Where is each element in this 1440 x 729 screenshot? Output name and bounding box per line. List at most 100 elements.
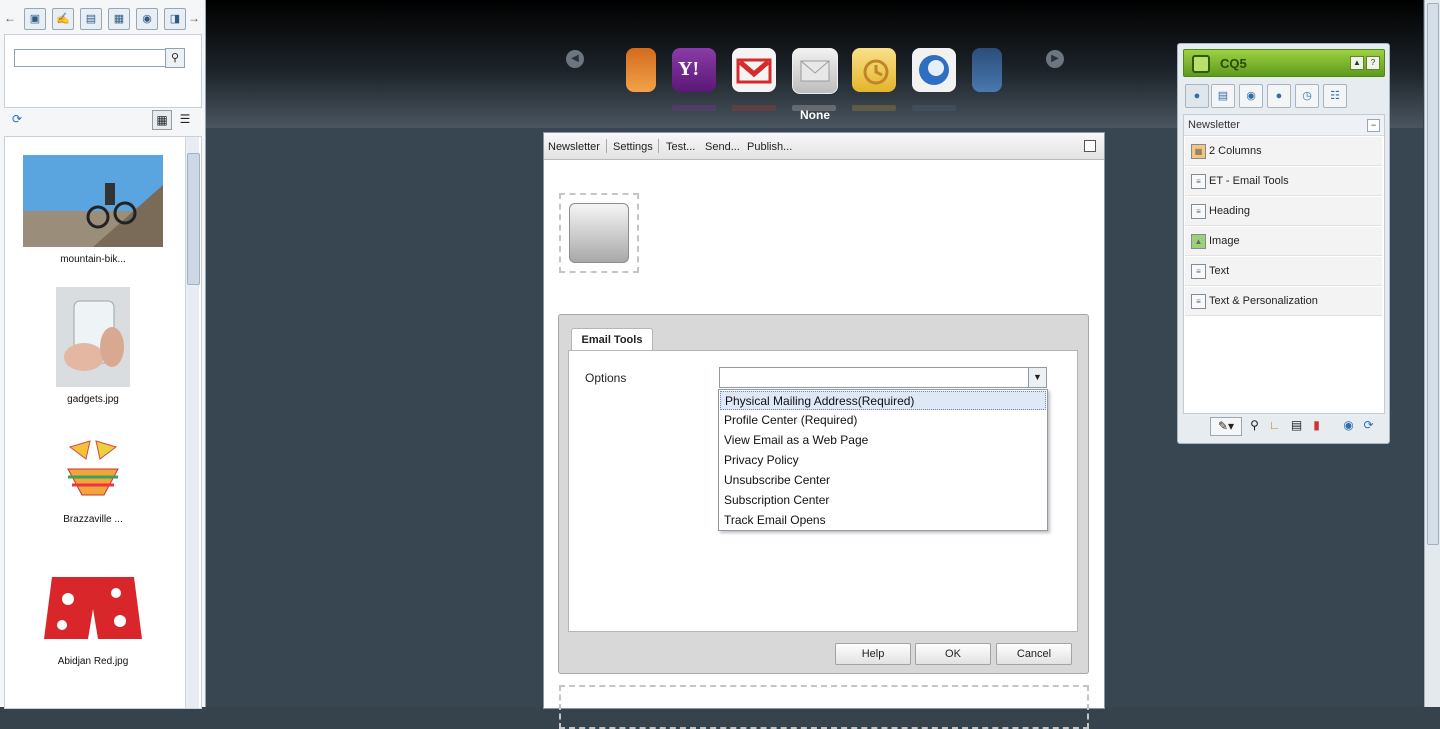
settings-button[interactable]: Settings <box>613 141 653 153</box>
abidjan-red-thumbnail <box>38 569 148 649</box>
window-scrollbar[interactable] <box>1424 0 1440 707</box>
minus-icon[interactable]: − <box>1367 119 1380 132</box>
component-label: Text & Personalization <box>1209 295 1318 307</box>
page-tab-icon[interactable]: ▤ <box>1211 84 1235 108</box>
dropdown-option[interactable]: View Email as a Web Page <box>720 431 1046 450</box>
dropdown-option[interactable]: Privacy Policy <box>720 451 1046 470</box>
component-item[interactable]: ≡ Heading <box>1185 197 1382 226</box>
image-drop-zone[interactable] <box>559 193 639 273</box>
versioning-tab-icon[interactable]: ◷ <box>1295 84 1319 108</box>
asset-item[interactable]: Brazzaville ... <box>5 429 181 525</box>
test-button[interactable]: Test... <box>666 141 695 153</box>
image-placeholder-icon <box>569 203 629 263</box>
yahoo-mail-icon[interactable]: Y! <box>672 48 716 92</box>
window-scroll-thumb[interactable] <box>1427 3 1439 545</box>
edit-mode-icon[interactable]: ✎▾ <box>1210 417 1242 436</box>
carousel-prev-icon[interactable]: ◀ <box>566 50 584 68</box>
ok-button[interactable]: OK <box>915 643 991 665</box>
document-icon: ≡ <box>1191 204 1206 219</box>
refresh-icon[interactable]: ⟳ <box>8 110 26 128</box>
paragraph-drop-zone[interactable] <box>559 685 1089 729</box>
send-button[interactable]: Send... <box>705 141 740 153</box>
generic-email-icon[interactable] <box>792 48 838 94</box>
options-select[interactable]: ▼ <box>719 367 1047 388</box>
design-mode-icon[interactable]: ∟ <box>1266 417 1283 434</box>
partial-client-icon[interactable] <box>626 48 656 92</box>
dropdown-option[interactable]: Physical Mailing Address(Required) <box>720 391 1046 410</box>
document-icon: ≡ <box>1191 294 1206 309</box>
pages-tab-icon[interactable]: ▤ <box>80 8 102 30</box>
content-finder: ← ▣ ✍ ▤ ▦ ◉ ◨ → ⚲ ⟳ ▦ ☰ mountain-bik... <box>0 0 206 709</box>
finder-search-input[interactable] <box>14 49 168 67</box>
sidekick-tabs: ● ▤ ◉ ● ◷ ☷ <box>1183 84 1383 110</box>
dropdown-option[interactable]: Track Email Opens <box>720 511 1046 530</box>
tab-scroll-right-icon[interactable]: → <box>188 8 200 28</box>
chevron-down-icon[interactable]: ▼ <box>1028 368 1046 387</box>
help-icon[interactable]: ? <box>1366 56 1380 70</box>
component-item[interactable]: ≡ Text <box>1185 257 1382 286</box>
finder-asset-list: mountain-bik... gadgets.jpg Brazzaville … <box>4 136 202 709</box>
preview-icon[interactable]: ⚲ <box>1246 417 1263 434</box>
component-item[interactable]: ▦ 2 Columns <box>1185 137 1382 166</box>
asset-item[interactable]: Abidjan Red.jpg <box>5 569 181 667</box>
component-label: Heading <box>1209 205 1250 217</box>
products-tab-icon[interactable]: ◉ <box>136 8 158 30</box>
dropdown-option[interactable]: Profile Center (Required) <box>720 411 1046 430</box>
cancel-button[interactable]: Cancel <box>996 643 1072 665</box>
clientcontext-icon[interactable]: ▮ <box>1308 417 1325 434</box>
websites-icon[interactable]: ◉ <box>1340 417 1357 434</box>
component-item[interactable]: ▲ Image <box>1185 227 1382 256</box>
outlook-icon[interactable] <box>852 48 896 92</box>
page-toolbar: Newsletter Settings Test... Send... Publ… <box>544 133 1104 160</box>
sidekick-header[interactable]: CQ5 ▲ ? <box>1183 49 1385 77</box>
brazzaville-thumbnail <box>56 429 130 507</box>
refresh-page-icon[interactable]: ⟳ <box>1360 417 1377 434</box>
asset-name: Abidjan Red.jpg <box>57 656 129 667</box>
partial-client-icon-right[interactable] <box>972 48 1002 92</box>
sidekick-panel: CQ5 ▲ ? ● ▤ ◉ ● ◷ ☷ Newsletter − ▦ 2 Col… <box>1177 43 1390 444</box>
collapse-icon[interactable]: ▲ <box>1350 56 1364 70</box>
workflow-tab-icon[interactable]: ◉ <box>1239 84 1263 108</box>
sidekick-toolbar: ✎▾ ⚲ ∟ ▤ ▮ ◉ ⟳ <box>1208 416 1378 438</box>
help-button[interactable]: Help <box>835 643 911 665</box>
information-tab-icon[interactable]: ● <box>1267 84 1291 108</box>
movies-tab-icon[interactable]: ▦ <box>108 8 130 30</box>
component-label: Text <box>1209 265 1230 277</box>
page-properties-icon[interactable]: ▤ <box>1288 417 1305 434</box>
finder-scroll-thumb[interactable] <box>187 153 200 285</box>
dropdown-option[interactable]: Subscription Center <box>720 491 1046 510</box>
publish-button[interactable]: Publish... <box>747 141 792 153</box>
finder-scrollbar[interactable] <box>185 137 200 708</box>
component-label: 2 Columns <box>1209 145 1262 157</box>
documents-tab-icon[interactable]: ✍ <box>52 8 74 30</box>
gmail-icon[interactable] <box>732 48 776 92</box>
maximize-icon[interactable] <box>1084 140 1096 152</box>
asset-name: gadgets.jpg <box>67 394 119 405</box>
thunderbird-icon[interactable] <box>912 48 956 92</box>
components-tab-icon[interactable]: ● <box>1185 84 1209 108</box>
search-icon[interactable]: ⚲ <box>165 48 185 68</box>
options-label: Options <box>585 371 627 385</box>
asset-item[interactable]: mountain-bik... <box>5 155 181 265</box>
dropdown-option[interactable]: Unsubscribe Center <box>720 471 1046 490</box>
tab-email-tools[interactable]: Email Tools <box>571 328 653 351</box>
component-item[interactable]: ≡ ET - Email Tools <box>1185 167 1382 196</box>
images-tab-icon[interactable]: ▣ <box>24 8 46 30</box>
sitemap-tab-icon[interactable]: ☷ <box>1323 84 1347 108</box>
components-panel: Newsletter − ▦ 2 Columns ≡ ET - Email To… <box>1183 114 1385 414</box>
document-icon: ≡ <box>1191 264 1206 279</box>
list-view-icon[interactable]: ☰ <box>176 110 194 128</box>
paragraphs-tab-icon[interactable]: ◨ <box>164 8 186 30</box>
component-item[interactable]: ≡ Text & Personalization <box>1185 287 1382 316</box>
finder-tab-bar: ← ▣ ✍ ▤ ▦ ◉ ◨ → <box>4 6 200 32</box>
asset-item[interactable]: gadgets.jpg <box>5 287 181 405</box>
component-group-header[interactable]: Newsletter − <box>1184 115 1384 136</box>
gadgets-thumbnail <box>56 287 130 387</box>
component-group-label: Newsletter <box>1188 119 1240 131</box>
tab-scroll-left-icon[interactable]: ← <box>4 8 16 28</box>
grid-view-icon[interactable]: ▦ <box>152 110 172 130</box>
cq5-logo-icon <box>1192 55 1210 73</box>
newsletter-menu[interactable]: Newsletter <box>548 141 600 153</box>
finder-toolbar: ⟳ ▦ ☰ <box>4 110 200 134</box>
carousel-next-icon[interactable]: ▶ <box>1046 50 1064 68</box>
